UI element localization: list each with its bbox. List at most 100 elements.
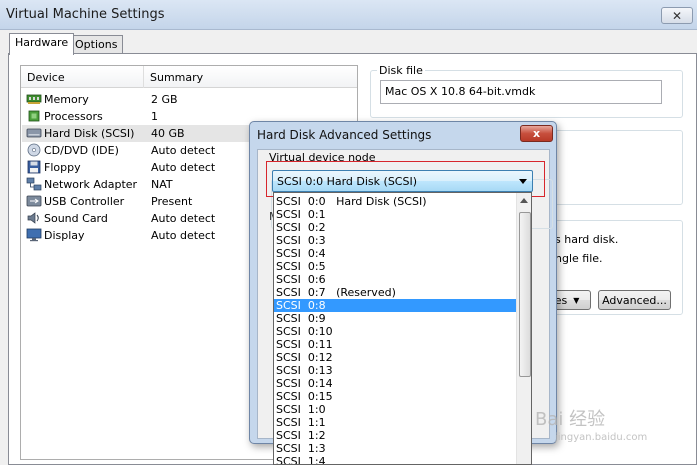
dropdown-option[interactable]: SCSI 0:0 Hard Disk (SCSI): [274, 195, 516, 208]
tab-hardware-label: Hardware: [15, 36, 69, 49]
dropdown-option-label: SCSI 0:8: [276, 299, 326, 312]
display-icon: [26, 228, 42, 242]
dropdown-option-label: SCSI 0:9: [276, 312, 326, 325]
device-summary: Auto detect: [151, 212, 216, 225]
dropdown-option-label: SCSI 0:14: [276, 377, 333, 390]
device-summary: NAT: [151, 178, 173, 191]
device-summary: 1: [151, 110, 158, 123]
device-row-memory[interactable]: Memory 2 GB: [22, 91, 358, 108]
dropdown-option-label: SCSI 1:2: [276, 429, 326, 442]
dropdown-option-label: SCSI 0:6: [276, 273, 326, 286]
dropdown-option-label: SCSI 0:2: [276, 221, 326, 234]
dropdown-option-label: SCSI 0:5: [276, 260, 326, 273]
dropdown-option-label: SCSI 0:3: [276, 234, 326, 247]
device-summary: Auto detect: [151, 229, 216, 242]
dropdown-option-label: SCSI 0:15: [276, 390, 333, 403]
dropdown-option-label: SCSI 0:7 (Reserved): [276, 286, 396, 299]
scrollbar-thumb[interactable]: [519, 212, 531, 377]
dropdown-option-label: SCSI 0:0 Hard Disk (SCSI): [276, 195, 427, 208]
disk-file-value: Mac OS X 10.8 64-bit.vmdk: [385, 85, 536, 98]
advanced-button[interactable]: Advanced...: [598, 290, 671, 310]
dropdown-option-label: SCSI 1:0: [276, 403, 326, 416]
dropdown-option[interactable]: SCSI 0:6: [274, 273, 516, 286]
virtual-device-node-select[interactable]: SCSI 0:0 Hard Disk (SCSI): [272, 170, 533, 192]
device-name: USB Controller: [44, 195, 125, 208]
watermark-url: jingyan.baidu.com: [555, 432, 648, 443]
dropdown-option-label: SCSI 1:1: [276, 416, 326, 429]
device-summary: Present: [151, 195, 193, 208]
column-header-device[interactable]: Device: [27, 71, 65, 84]
dropdown-option-label: SCSI 1:4: [276, 455, 326, 465]
window-title-bar: Virtual Machine Settings ✕: [0, 0, 697, 30]
dropdown-option[interactable]: SCSI 0:15: [274, 390, 516, 403]
floppy-icon: [27, 160, 41, 174]
device-name: Floppy: [44, 161, 81, 174]
selected-node-value: SCSI 0:0 Hard Disk (SCSI): [277, 175, 418, 188]
dropdown-option[interactable]: SCSI 0:8: [274, 299, 516, 312]
close-icon: x: [532, 127, 541, 140]
dropdown-option[interactable]: SCSI 0:12: [274, 351, 516, 364]
window-close-button[interactable]: ✕: [661, 7, 693, 24]
dropdown-option-label: SCSI 0:1: [276, 208, 326, 221]
device-summary: 2 GB: [151, 93, 178, 106]
dropdown-option[interactable]: SCSI 1:1: [274, 416, 516, 429]
device-name: Hard Disk (SCSI): [44, 127, 135, 140]
dropdown-option-label: SCSI 0:12: [276, 351, 333, 364]
device-name: Display: [44, 229, 85, 242]
dropdown-arrow-icon: [519, 179, 527, 184]
dropdown-option[interactable]: SCSI 0:2: [274, 221, 516, 234]
dropdown-arrow-icon: ▼: [573, 295, 580, 305]
dropdown-option[interactable]: SCSI 0:10: [274, 325, 516, 338]
dropdown-option-label: SCSI 0:11: [276, 338, 333, 351]
sound-icon: [27, 212, 39, 224]
device-summary: 40 GB: [151, 127, 185, 140]
dropdown-option[interactable]: SCSI 0:11: [274, 338, 516, 351]
dropdown-scrollbar[interactable]: [516, 193, 531, 464]
dropdown-option[interactable]: SCSI 0:13: [274, 364, 516, 377]
tab-hardware[interactable]: Hardware: [9, 33, 75, 55]
dropdown-option-label: SCSI 0:13: [276, 364, 333, 377]
tab-options[interactable]: Options: [69, 35, 124, 55]
column-header-summary[interactable]: Summary: [150, 71, 203, 84]
device-name: Sound Card: [44, 212, 108, 225]
dropdown-option[interactable]: SCSI 0:4: [274, 247, 516, 260]
usb-icon: [26, 195, 42, 207]
hard-disk-info-text: s hard disk.: [555, 233, 619, 246]
device-name: Memory: [44, 93, 89, 106]
dropdown-option[interactable]: SCSI 0:5: [274, 260, 516, 273]
watermark-logo: Bai 经验: [535, 409, 606, 430]
cd-dvd-icon: [27, 143, 41, 157]
dropdown-option[interactable]: SCSI 0:3: [274, 234, 516, 247]
dropdown-option[interactable]: SCSI 0:9: [274, 312, 516, 325]
dropdown-option-label: SCSI 1:3: [276, 442, 326, 455]
disk-file-label: Disk file: [377, 64, 425, 77]
window-title: Virtual Machine Settings: [6, 7, 165, 22]
disk-file-field[interactable]: Mac OS X 10.8 64-bit.vmdk: [380, 80, 662, 104]
dropdown-option-label: SCSI 0:4: [276, 247, 326, 260]
device-name: Network Adapter: [44, 178, 138, 191]
device-summary: Auto detect: [151, 144, 216, 157]
dropdown-option[interactable]: SCSI 0:14: [274, 377, 516, 390]
dropdown-option[interactable]: SCSI 1:0: [274, 403, 516, 416]
close-icon: ✕: [671, 8, 683, 23]
dialog-close-button[interactable]: x: [520, 125, 553, 142]
scroll-up-icon[interactable]: [520, 198, 528, 203]
device-name: Processors: [44, 110, 103, 123]
hard-disk-icon: [26, 128, 42, 138]
dropdown-option[interactable]: SCSI 0:1: [274, 208, 516, 221]
dialog-title: Hard Disk Advanced Settings: [257, 128, 432, 142]
dropdown-option[interactable]: SCSI 1:4: [274, 455, 516, 465]
virtual-device-node-dropdown-list[interactable]: SCSI 0:0 Hard Disk (SCSI) SCSI 0:1 SCSI 0:…: [273, 192, 532, 465]
dropdown-option[interactable]: SCSI 1:3: [274, 442, 516, 455]
processor-icon: [28, 110, 40, 122]
dropdown-option[interactable]: SCSI 1:2: [274, 429, 516, 442]
single-file-info-text: ngle file.: [555, 252, 603, 265]
dropdown-option-label: SCSI 0:10: [276, 325, 333, 338]
device-table-header: Device Summary: [21, 66, 357, 88]
network-icon: [26, 177, 42, 191]
tab-options-label: Options: [75, 38, 118, 51]
memory-icon: [26, 94, 42, 104]
advanced-label: Advanced...: [602, 293, 667, 307]
dropdown-option[interactable]: SCSI 0:7 (Reserved): [274, 286, 516, 299]
device-summary: Auto detect: [151, 161, 216, 174]
